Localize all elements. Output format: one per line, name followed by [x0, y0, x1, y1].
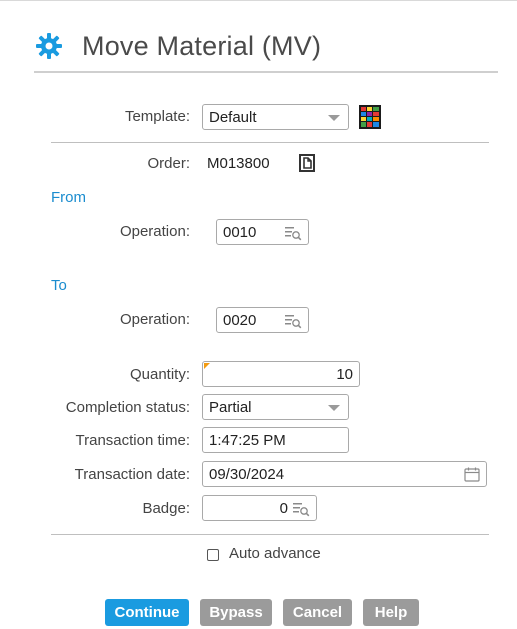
- to-operation-label: Operation:: [119, 311, 190, 328]
- badge-input[interactable]: 0: [202, 495, 317, 521]
- page-title: Move Material (MV): [82, 30, 322, 61]
- transaction-date-value: 09/30/2024: [209, 465, 285, 483]
- transaction-time-input[interactable]: 1:47:25 PM: [202, 427, 349, 453]
- transaction-time-label: Transaction time:: [75, 432, 191, 449]
- cancel-button[interactable]: Cancel: [283, 599, 352, 626]
- to-operation-input[interactable]: 0020: [216, 307, 309, 333]
- gear-icon: [36, 33, 62, 59]
- copy-document-icon[interactable]: [297, 152, 317, 174]
- badge-label: Badge:: [142, 500, 190, 517]
- quantity-label: Quantity:: [129, 366, 190, 383]
- lookup-icon[interactable]: [284, 225, 302, 241]
- lookup-icon[interactable]: [292, 501, 310, 517]
- lookup-icon[interactable]: [284, 313, 302, 329]
- top-border: [0, 0, 517, 1]
- from-operation-label: Operation:: [119, 223, 190, 240]
- to-heading: To: [51, 277, 67, 294]
- quantity-value: 10: [336, 365, 353, 383]
- divider: [51, 534, 489, 535]
- from-operation-input[interactable]: 0010: [216, 219, 309, 245]
- chevron-down-icon: [328, 405, 340, 411]
- template-select-value: Default: [209, 108, 257, 126]
- completion-status-value: Partial: [209, 398, 252, 416]
- transaction-time-value: 1:47:25 PM: [209, 431, 286, 449]
- header-divider: [34, 71, 498, 73]
- to-operation-value: 0020: [223, 311, 257, 329]
- from-heading: From: [51, 189, 86, 206]
- page-header: Move Material (MV): [34, 24, 496, 68]
- divider: [51, 142, 489, 143]
- transaction-date-input[interactable]: 09/30/2024: [202, 461, 487, 487]
- completion-status-select[interactable]: Partial: [202, 394, 349, 420]
- completion-status-label: Completion status:: [65, 399, 190, 416]
- from-operation-value: 0010: [223, 223, 257, 241]
- continue-button[interactable]: Continue: [105, 599, 189, 626]
- quantity-input[interactable]: 10: [202, 361, 360, 387]
- bypass-button[interactable]: Bypass: [200, 599, 272, 626]
- transaction-date-label: Transaction date:: [74, 466, 190, 483]
- template-label: Template:: [124, 108, 190, 125]
- template-grid-icon[interactable]: [359, 105, 381, 129]
- auto-advance-label: Auto advance: [229, 545, 321, 562]
- order-label: Order:: [147, 155, 190, 172]
- auto-advance-checkbox[interactable]: [207, 549, 219, 561]
- help-button[interactable]: Help: [363, 599, 419, 626]
- template-select[interactable]: Default: [202, 104, 349, 130]
- required-indicator: [204, 363, 210, 369]
- chevron-down-icon: [328, 115, 340, 121]
- order-value: M013800: [207, 155, 270, 172]
- calendar-icon[interactable]: [464, 467, 480, 482]
